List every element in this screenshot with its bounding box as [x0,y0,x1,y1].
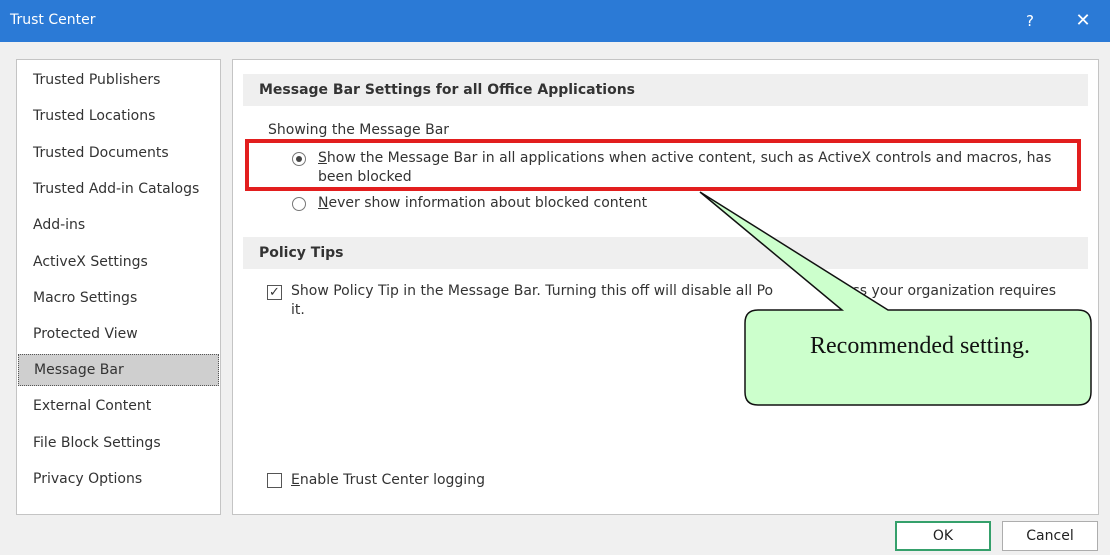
callout-text: Recommended setting. [810,333,1030,359]
cancel-button[interactable]: Cancel [1002,521,1098,551]
ok-button[interactable]: OK [895,521,991,551]
callout-bubble [699,191,1092,406]
callout-shape [699,191,1092,406]
